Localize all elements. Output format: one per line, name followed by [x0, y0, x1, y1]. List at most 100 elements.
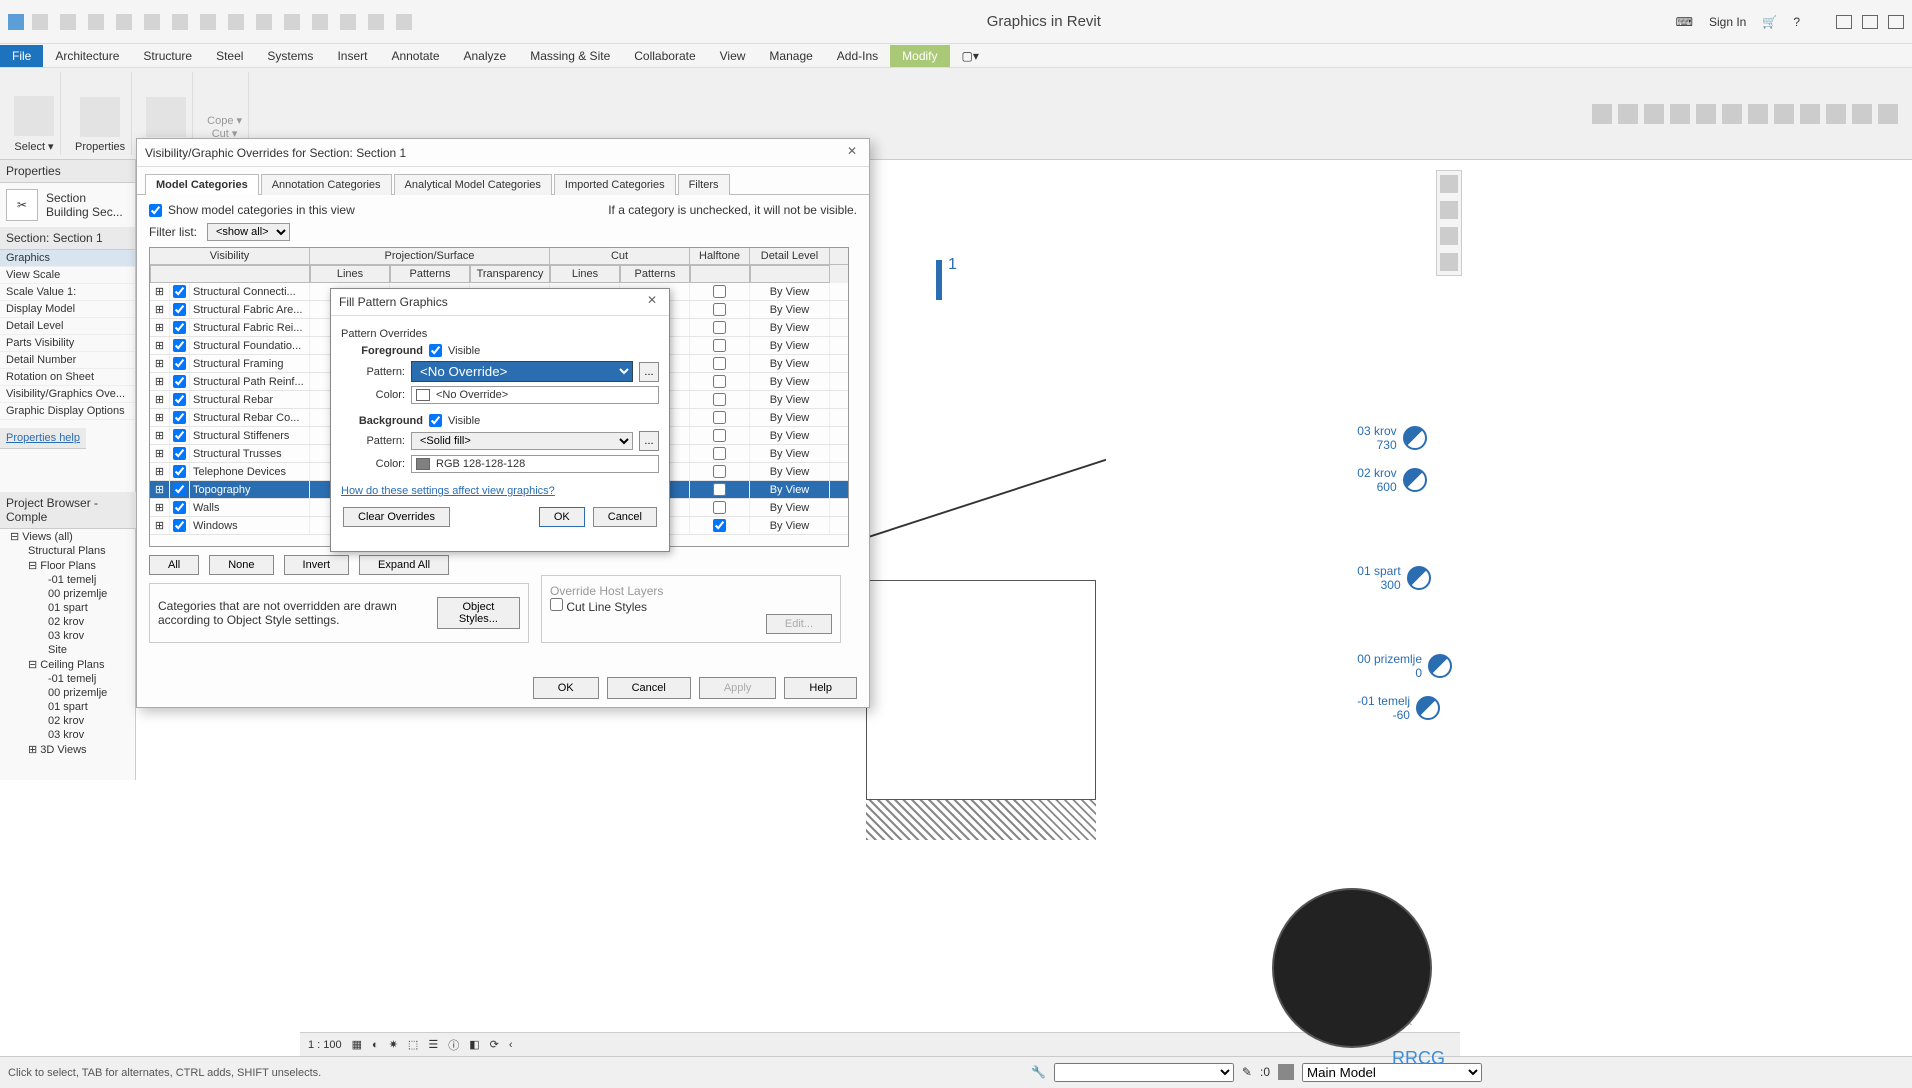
halftone-checkbox[interactable]: [713, 483, 726, 496]
tab-massing[interactable]: Massing & Site: [518, 45, 622, 67]
qat-icon[interactable]: [172, 14, 188, 30]
fp-item[interactable]: 02 krov: [0, 615, 136, 629]
structural-plans[interactable]: Structural Plans: [0, 544, 136, 558]
fp-item[interactable]: -01 temelj: [0, 573, 136, 587]
prop-row[interactable]: View Scale: [0, 267, 135, 284]
bg-pattern-dropdown[interactable]: <Solid fill>: [411, 432, 633, 450]
tab-modify[interactable]: Modify: [890, 45, 949, 67]
level-head-icon[interactable]: [1403, 426, 1427, 450]
prop-row[interactable]: Detail Number: [0, 352, 135, 369]
category-visibility-checkbox[interactable]: [173, 285, 186, 298]
fp-item[interactable]: 03 krov: [0, 629, 136, 643]
vc-icon[interactable]: ⟳: [490, 1038, 499, 1051]
qat-icon[interactable]: [256, 14, 272, 30]
nav-icon[interactable]: [1440, 253, 1458, 271]
category-visibility-checkbox[interactable]: [173, 501, 186, 514]
level-head-icon[interactable]: [1407, 566, 1431, 590]
detail-level-cell[interactable]: By View: [750, 301, 830, 318]
select-label[interactable]: Select ▾: [14, 140, 53, 153]
qat-icon[interactable]: [396, 14, 412, 30]
tab-annotate[interactable]: Annotate: [379, 45, 451, 67]
sign-in-link[interactable]: Sign In: [1709, 15, 1746, 29]
vc-icon[interactable]: ⬚: [408, 1038, 418, 1051]
halftone-checkbox[interactable]: [713, 501, 726, 514]
properties-icon[interactable]: [80, 97, 120, 137]
tab-view[interactable]: View: [708, 45, 758, 67]
none-button[interactable]: None: [209, 555, 273, 575]
properties-help-link[interactable]: Properties help: [0, 428, 86, 449]
detail-level-cell[interactable]: By View: [750, 445, 830, 462]
fp-item[interactable]: 01 spart: [0, 601, 136, 615]
qat-icon[interactable]: [228, 14, 244, 30]
fg-visible-checkbox[interactable]: [429, 344, 442, 357]
detail-level-cell[interactable]: By View: [750, 391, 830, 408]
qat-icon[interactable]: [88, 14, 104, 30]
show-model-categories-checkbox[interactable]: [149, 204, 162, 217]
expand-icon[interactable]: ⊞: [150, 301, 170, 318]
maximize-button[interactable]: [1862, 15, 1878, 29]
tab-analytical-categories[interactable]: Analytical Model Categories: [394, 174, 552, 195]
tab-steel[interactable]: Steel: [204, 45, 255, 67]
halftone-checkbox[interactable]: [713, 375, 726, 388]
fp-ok-button[interactable]: OK: [539, 507, 585, 527]
category-visibility-checkbox[interactable]: [173, 339, 186, 352]
halftone-checkbox[interactable]: [713, 465, 726, 478]
view-control-bar[interactable]: 1 : 100 ▦ ◐ ✷ ⬚ ☰ ⓘ ◧ ⟳ ‹: [300, 1032, 1460, 1056]
cp-item[interactable]: 03 krov: [0, 728, 136, 742]
tab-systems[interactable]: Systems: [255, 45, 325, 67]
detail-level-cell[interactable]: By View: [750, 481, 830, 498]
cp-item[interactable]: 02 krov: [0, 714, 136, 728]
tab-file[interactable]: File: [0, 45, 43, 67]
qat-icon[interactable]: [200, 14, 216, 30]
detail-level-cell[interactable]: By View: [750, 283, 830, 300]
close-icon[interactable]: ✕: [843, 144, 861, 162]
prop-row[interactable]: Detail Level: [0, 318, 135, 335]
expand-icon[interactable]: ⊞: [150, 391, 170, 408]
halftone-checkbox[interactable]: [713, 447, 726, 460]
qat-icon[interactable]: [144, 14, 160, 30]
expand-icon[interactable]: ⊞: [150, 427, 170, 444]
halftone-checkbox[interactable]: [713, 357, 726, 370]
expand-icon[interactable]: ⊞: [150, 409, 170, 426]
level-head-icon[interactable]: [1428, 654, 1452, 678]
type-selector[interactable]: Section Building Sec...: [46, 191, 123, 219]
halftone-checkbox[interactable]: [713, 321, 726, 334]
level-head-icon[interactable]: [1403, 468, 1427, 492]
tab-model-categories[interactable]: Model Categories: [145, 174, 259, 195]
object-styles-button[interactable]: Object Styles...: [437, 597, 520, 629]
category-visibility-checkbox[interactable]: [173, 375, 186, 388]
filter-list-dropdown[interactable]: <show all>: [207, 223, 290, 241]
tab-structure[interactable]: Structure: [131, 45, 204, 67]
quick-access-toolbar[interactable]: [32, 14, 412, 30]
minimize-button[interactable]: [1836, 15, 1852, 29]
expand-icon[interactable]: ⊞: [150, 445, 170, 462]
help-button[interactable]: Help: [784, 677, 857, 699]
vc-icon[interactable]: ⓘ: [448, 1037, 459, 1053]
cp-item[interactable]: 01 spart: [0, 700, 136, 714]
cp-item[interactable]: 00 prizemlje: [0, 686, 136, 700]
category-visibility-checkbox[interactable]: [173, 519, 186, 532]
level-head-icon[interactable]: [1416, 696, 1440, 720]
fg-pattern-browse-button[interactable]: ...: [639, 362, 659, 382]
expand-icon[interactable]: ⊞: [150, 463, 170, 480]
views-3d[interactable]: ⊞ 3D Views: [0, 742, 136, 757]
fg-pattern-dropdown[interactable]: <No Override>: [411, 361, 633, 382]
category-visibility-checkbox[interactable]: [173, 483, 186, 496]
expand-icon[interactable]: ⊞: [150, 337, 170, 354]
category-visibility-checkbox[interactable]: [173, 357, 186, 370]
vc-icon[interactable]: ◐: [372, 1039, 379, 1051]
cart-icon[interactable]: 🛒: [1762, 15, 1777, 29]
qat-icon[interactable]: [116, 14, 132, 30]
qat-icon[interactable]: [340, 14, 356, 30]
category-visibility-checkbox[interactable]: [173, 303, 186, 316]
tab-addins[interactable]: Add-Ins: [825, 45, 890, 67]
all-button[interactable]: All: [149, 555, 199, 575]
invert-button[interactable]: Invert: [284, 555, 350, 575]
expand-icon[interactable]: ⊞: [150, 283, 170, 300]
scale-label[interactable]: 1 : 100: [308, 1039, 342, 1051]
detail-level-cell[interactable]: By View: [750, 427, 830, 444]
close-button[interactable]: [1888, 15, 1904, 29]
qat-icon[interactable]: [312, 14, 328, 30]
nav-icon[interactable]: [1440, 201, 1458, 219]
prop-row[interactable]: Parts Visibility: [0, 335, 135, 352]
